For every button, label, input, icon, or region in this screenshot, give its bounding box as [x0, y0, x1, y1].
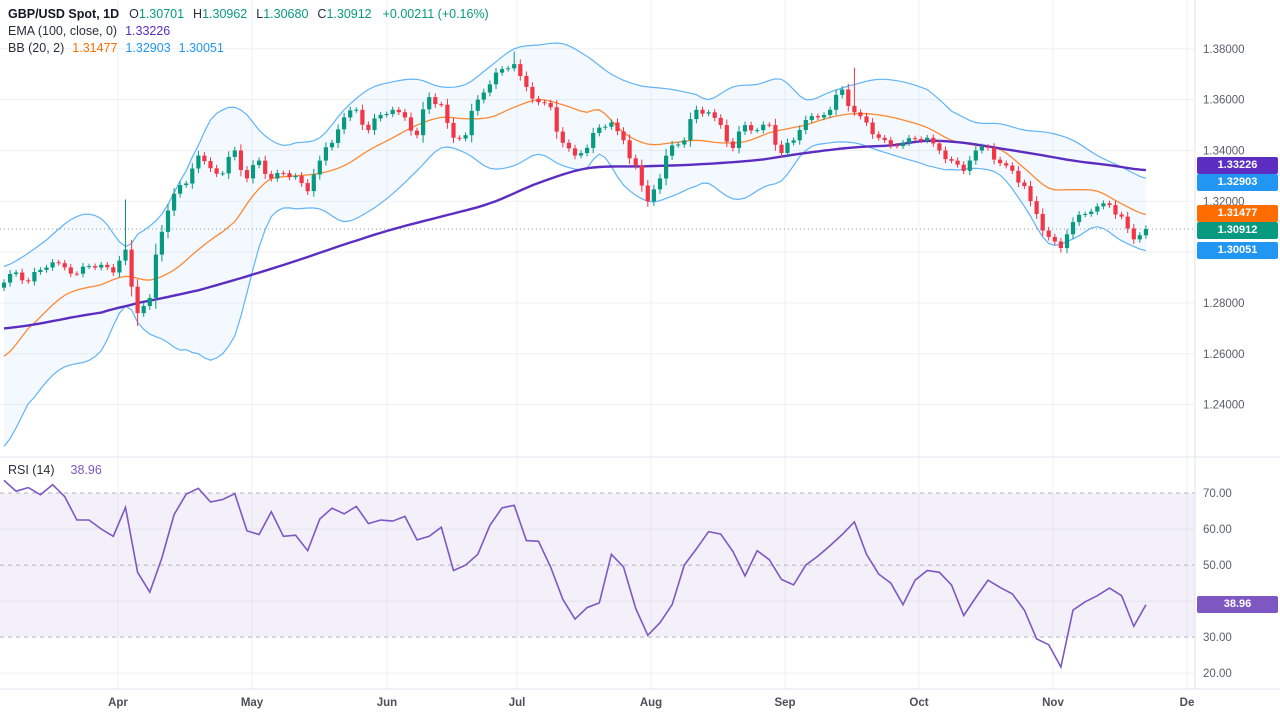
ohlc-close: C1.30912 — [317, 7, 371, 21]
time-scale[interactable] — [0, 689, 1280, 716]
rsi-label: RSI (14) — [8, 463, 55, 477]
chart-window: { "legend": { "symbol": "GBP/USD Spot, 1… — [0, 0, 1280, 716]
ema-legend-row[interactable]: EMA (100, close, 0) 1.33226 — [8, 23, 489, 40]
change-value: +0.00211 (+0.16%) — [383, 7, 489, 21]
ohlc-high: H1.30962 — [193, 7, 247, 21]
ema-value: 1.33226 — [125, 24, 170, 38]
rsi-value: 38.96 — [71, 463, 102, 477]
price-badge-bb-basis: 1.31477 — [1197, 205, 1278, 222]
bollinger-bands — [4, 43, 1146, 446]
rsi-band — [0, 493, 1195, 637]
chart-canvas[interactable]: 1.380001.360001.340001.320001.280001.260… — [0, 0, 1280, 716]
symbol-row[interactable]: GBP/USD Spot, 1D O1.30701 H1.30962 L1.30680… — [8, 6, 489, 23]
price-badge-bb-upper: 1.32903 — [1197, 174, 1278, 191]
rsi-badge: 38.96 — [1197, 596, 1278, 613]
ohlc-open: O1.30701 — [129, 7, 184, 21]
rsi-legend-row[interactable]: RSI (14) 38.96 — [8, 463, 102, 477]
price-badge-close: 1.30912 — [1197, 222, 1278, 239]
price-scale[interactable] — [1195, 0, 1280, 689]
ema-label: EMA (100, close, 0) — [8, 24, 117, 38]
bb-upper-value: 1.32903 — [125, 41, 170, 55]
symbol-title[interactable]: GBP/USD Spot, 1D — [8, 7, 119, 21]
bb-legend-row[interactable]: BB (20, 2) 1.31477 1.32903 1.30051 — [8, 40, 489, 57]
bb-basis-value: 1.31477 — [72, 41, 117, 55]
indicator-legend: GBP/USD Spot, 1D O1.30701 H1.30962 L1.30680… — [8, 6, 489, 57]
price-badge-bb-lower: 1.30051 — [1197, 242, 1278, 259]
price-badge-ema: 1.33226 — [1197, 157, 1278, 174]
bb-lower-value: 1.30051 — [179, 41, 224, 55]
bb-label: BB (20, 2) — [8, 41, 64, 55]
ohlc-low: L1.30680 — [256, 7, 308, 21]
